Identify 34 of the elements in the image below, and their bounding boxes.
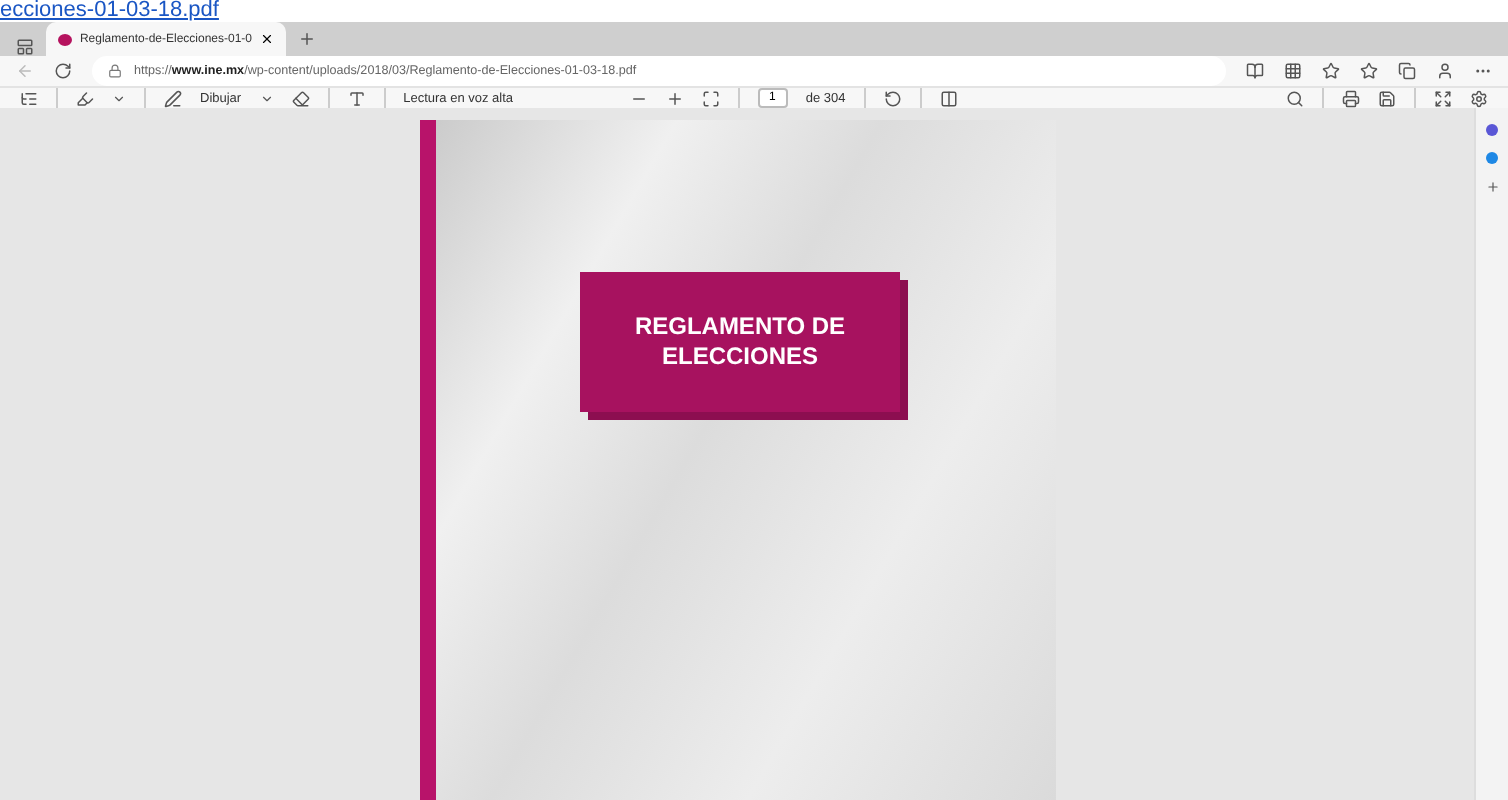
draw-icon[interactable] <box>164 89 182 107</box>
reader-icon[interactable] <box>1246 62 1264 80</box>
fit-icon[interactable] <box>701 89 720 107</box>
lock-icon <box>108 64 122 78</box>
cover-title: ELECCIONES <box>661 342 818 372</box>
sidebar-app-icon[interactable] <box>1486 152 1498 164</box>
caret-icon[interactable] <box>112 91 126 105</box>
print-icon[interactable] <box>1342 89 1360 107</box>
tab-layout-icon[interactable] <box>16 38 34 56</box>
zoom-in-icon[interactable] <box>665 89 684 107</box>
new-tab-icon[interactable] <box>298 30 316 48</box>
save-icon[interactable] <box>1378 89 1396 107</box>
page-view-icon[interactable] <box>939 89 958 107</box>
rotate-icon[interactable] <box>883 89 902 107</box>
refresh-icon[interactable] <box>54 62 72 80</box>
grid-icon[interactable] <box>1284 62 1302 80</box>
favorites-icon[interactable] <box>1360 62 1378 80</box>
site-icon <box>58 33 72 45</box>
eraser-icon[interactable] <box>291 89 310 107</box>
pdf-link[interactable]: ecciones-01-03-18.pdf <box>0 0 219 22</box>
search-icon[interactable] <box>1286 89 1304 107</box>
close-icon[interactable] <box>260 32 274 46</box>
collections-icon[interactable] <box>1398 62 1416 80</box>
settings-icon[interactable] <box>1470 89 1488 107</box>
profile-icon[interactable] <box>1436 62 1454 80</box>
text-icon[interactable] <box>347 89 366 107</box>
fullscreen-icon[interactable] <box>1434 89 1452 107</box>
caret-icon[interactable] <box>259 91 274 105</box>
cover-title: REGLAMENTO DE <box>634 312 846 342</box>
highlight-icon[interactable] <box>76 89 94 107</box>
add-icon[interactable] <box>1485 180 1499 194</box>
favorite-icon[interactable] <box>1322 62 1340 80</box>
sidebar-app-icon[interactable] <box>1486 124 1498 136</box>
contents-icon[interactable] <box>20 89 38 107</box>
